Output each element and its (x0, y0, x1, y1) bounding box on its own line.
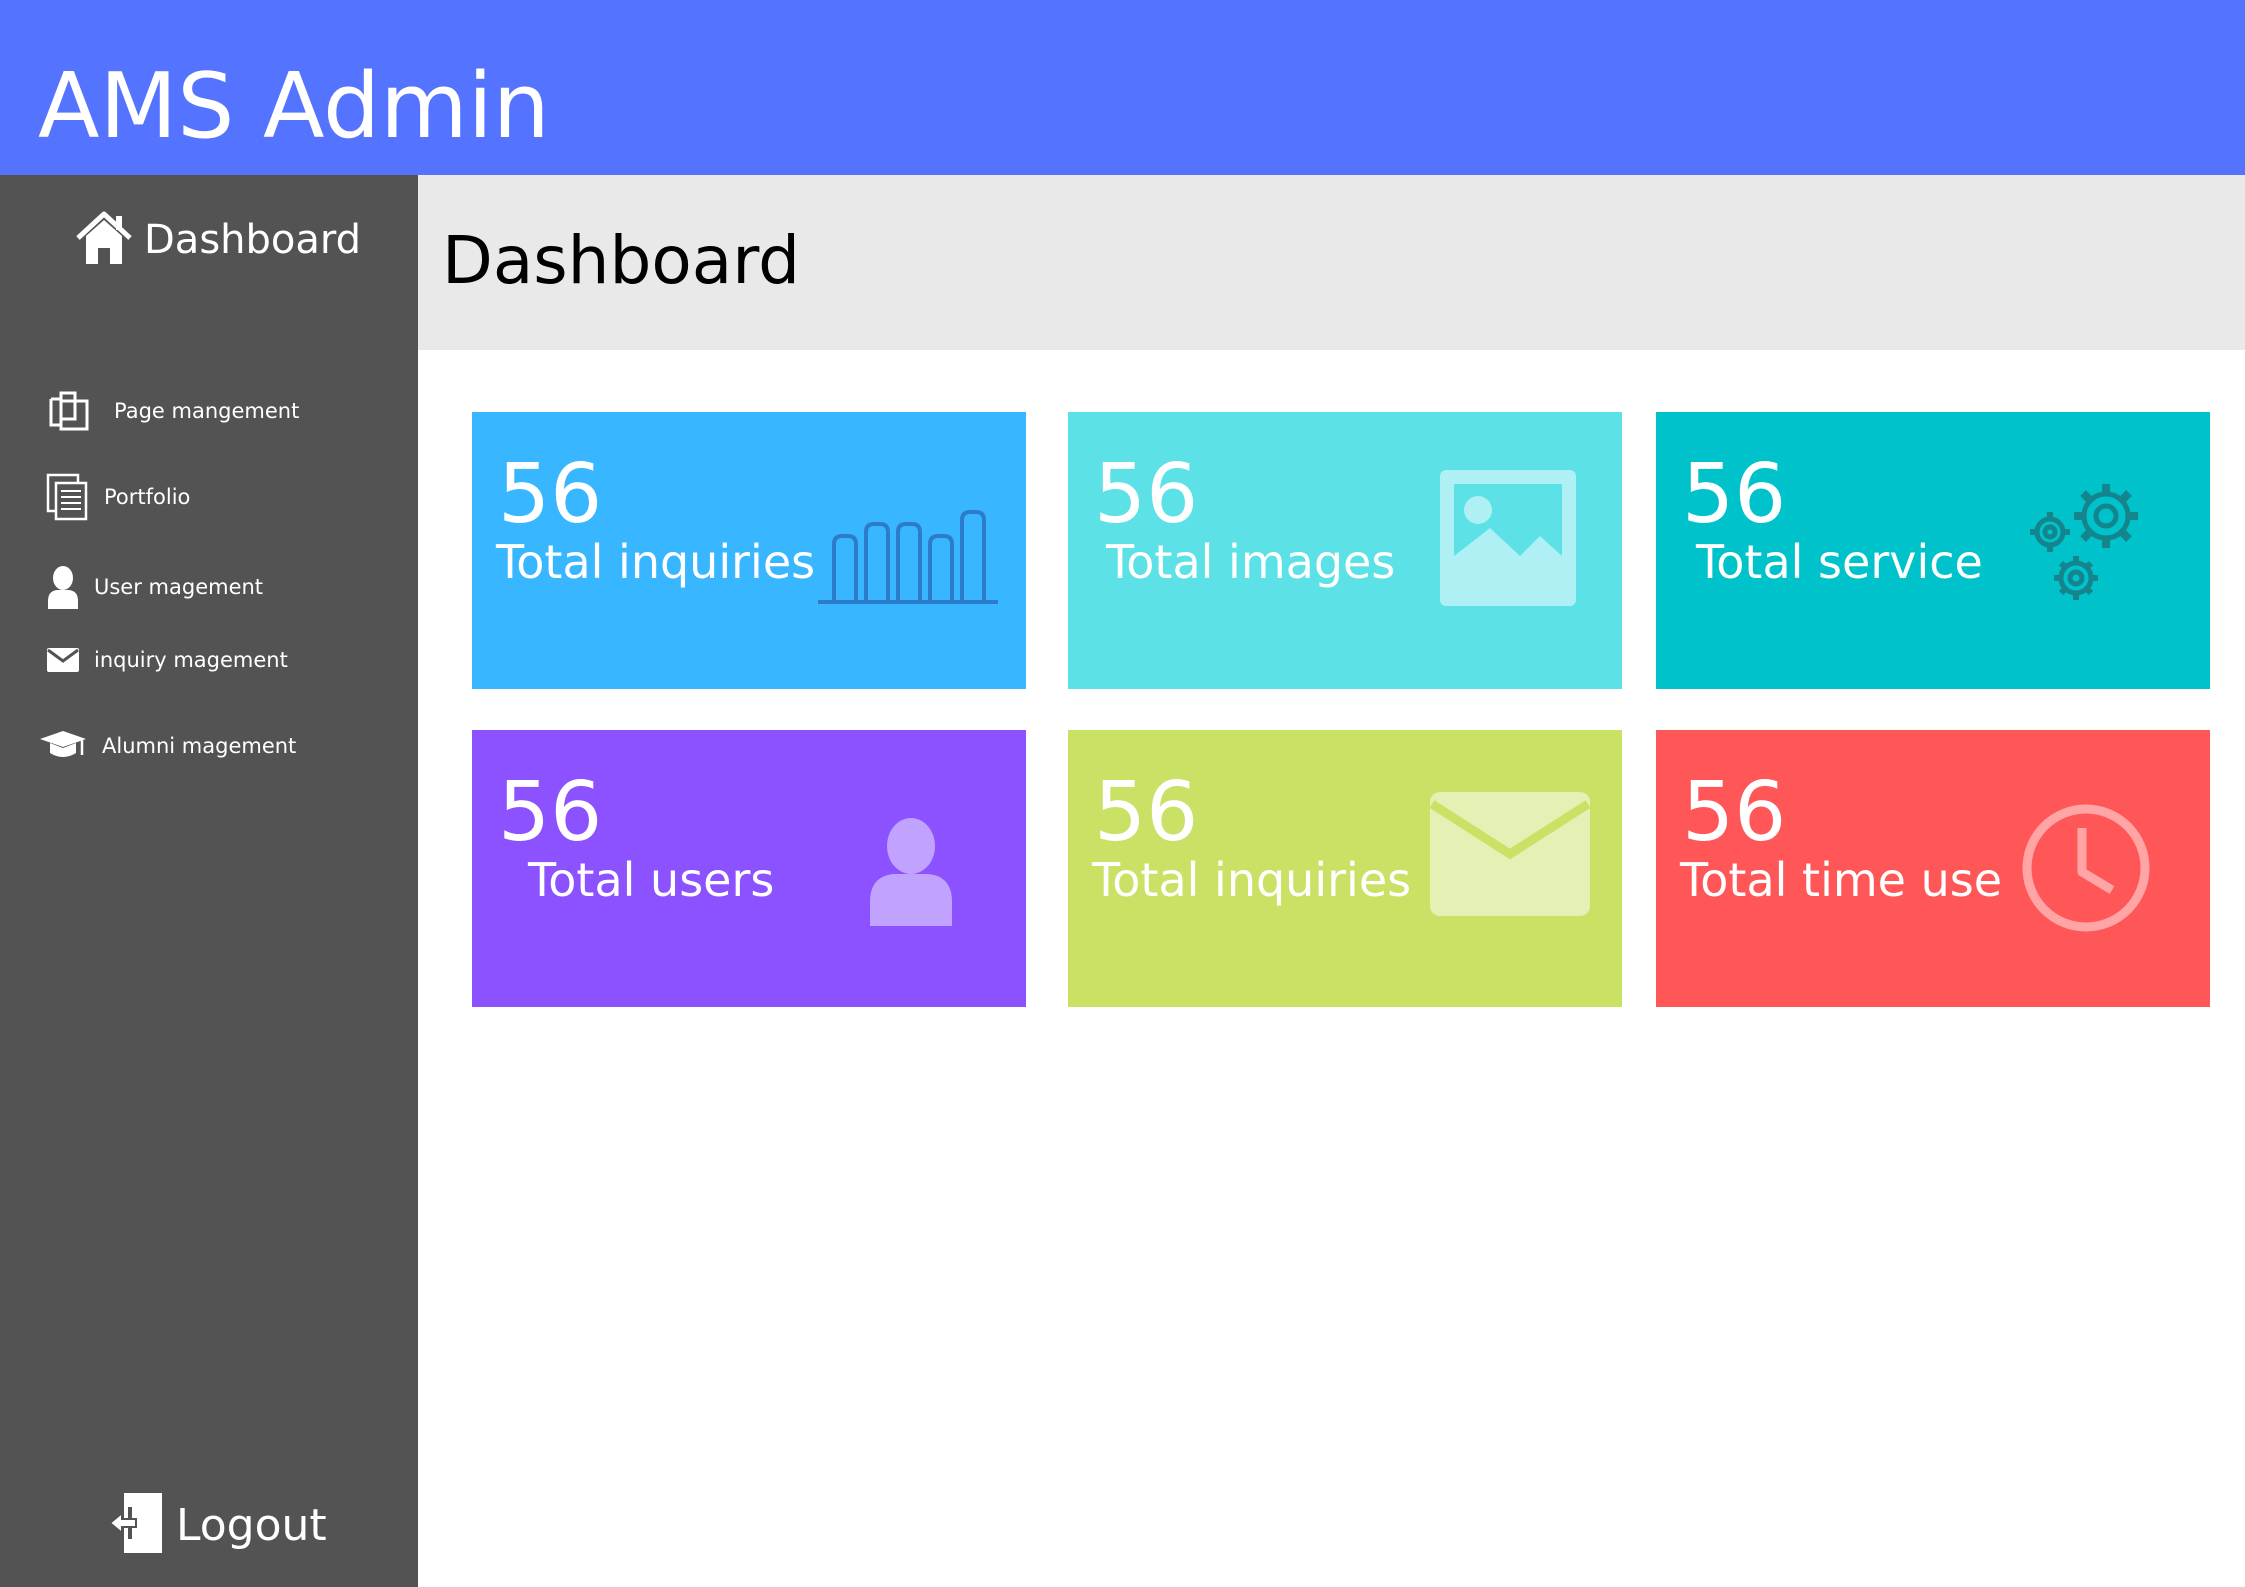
sidebar-item-portfolio[interactable]: Portfolio (46, 473, 190, 521)
sidebar: Dashboard Page mangement Portfolio User … (0, 175, 418, 1587)
home-icon (74, 208, 134, 272)
stat-card-images[interactable]: 56 Total images (1068, 412, 1622, 689)
graduation-cap-icon (38, 729, 88, 763)
page-header: Dashboard (418, 175, 2245, 350)
sidebar-item-label: Portfolio (104, 485, 191, 509)
stat-value: 56 (1682, 447, 1787, 542)
stat-value: 56 (498, 765, 603, 860)
stat-label: Total inquiries (1092, 853, 1412, 907)
sidebar-item-dashboard[interactable]: Dashboard (74, 205, 361, 275)
sidebar-item-user-management[interactable]: User magement (46, 565, 263, 609)
stat-value: 56 (498, 447, 603, 542)
stat-card-users[interactable]: 56 Total users (472, 730, 1026, 1007)
sidebar-item-page-management[interactable]: Page mangement (46, 389, 299, 433)
stat-card-inquiries-2[interactable]: 56 Total inquiries (1068, 730, 1622, 1007)
sidebar-item-label: Page mangement (114, 399, 300, 423)
sidebar-item-label: User magement (94, 575, 264, 599)
bar-chart-icon (818, 508, 998, 612)
sidebar-item-label: inquiry magement (94, 648, 288, 672)
logout-icon (108, 1493, 164, 1557)
logout-button[interactable]: Logout (108, 1490, 327, 1560)
sidebar-item-label: Alumni magement (102, 734, 297, 758)
stat-value: 56 (1682, 765, 1787, 860)
stat-card-inquiries[interactable]: 56 Total inquiries (472, 412, 1026, 689)
documents-icon (46, 473, 90, 521)
stat-label: Total service (1696, 535, 1983, 589)
stat-label: Total time use (1680, 853, 2003, 907)
stat-label: Total images (1106, 535, 1396, 589)
stat-value: 56 (1094, 447, 1199, 542)
envelope-icon (1429, 792, 1591, 920)
app-title: AMS Admin (38, 54, 550, 159)
stat-label: Total users (528, 853, 775, 907)
stat-value: 56 (1094, 765, 1199, 860)
top-bar: AMS Admin (0, 0, 2245, 175)
sidebar-item-alumni-management[interactable]: Alumni magement (38, 729, 296, 763)
pages-icon (46, 389, 92, 433)
clock-icon (2020, 802, 2152, 938)
logout-label: Logout (176, 1499, 327, 1551)
envelope-icon (46, 648, 80, 672)
gears-icon (2026, 478, 2146, 612)
user-icon (46, 565, 80, 609)
sidebar-item-inquiry-management[interactable]: inquiry magement (46, 648, 288, 672)
image-icon (1440, 470, 1576, 610)
page-title: Dashboard (442, 222, 801, 299)
stat-card-service[interactable]: 56 Total service (1656, 412, 2210, 689)
stat-card-time-use[interactable]: 56 Total time use (1656, 730, 2210, 1007)
sidebar-dashboard-label: Dashboard (144, 217, 362, 263)
user-icon (868, 816, 954, 930)
stat-label: Total inquiries (496, 535, 816, 589)
